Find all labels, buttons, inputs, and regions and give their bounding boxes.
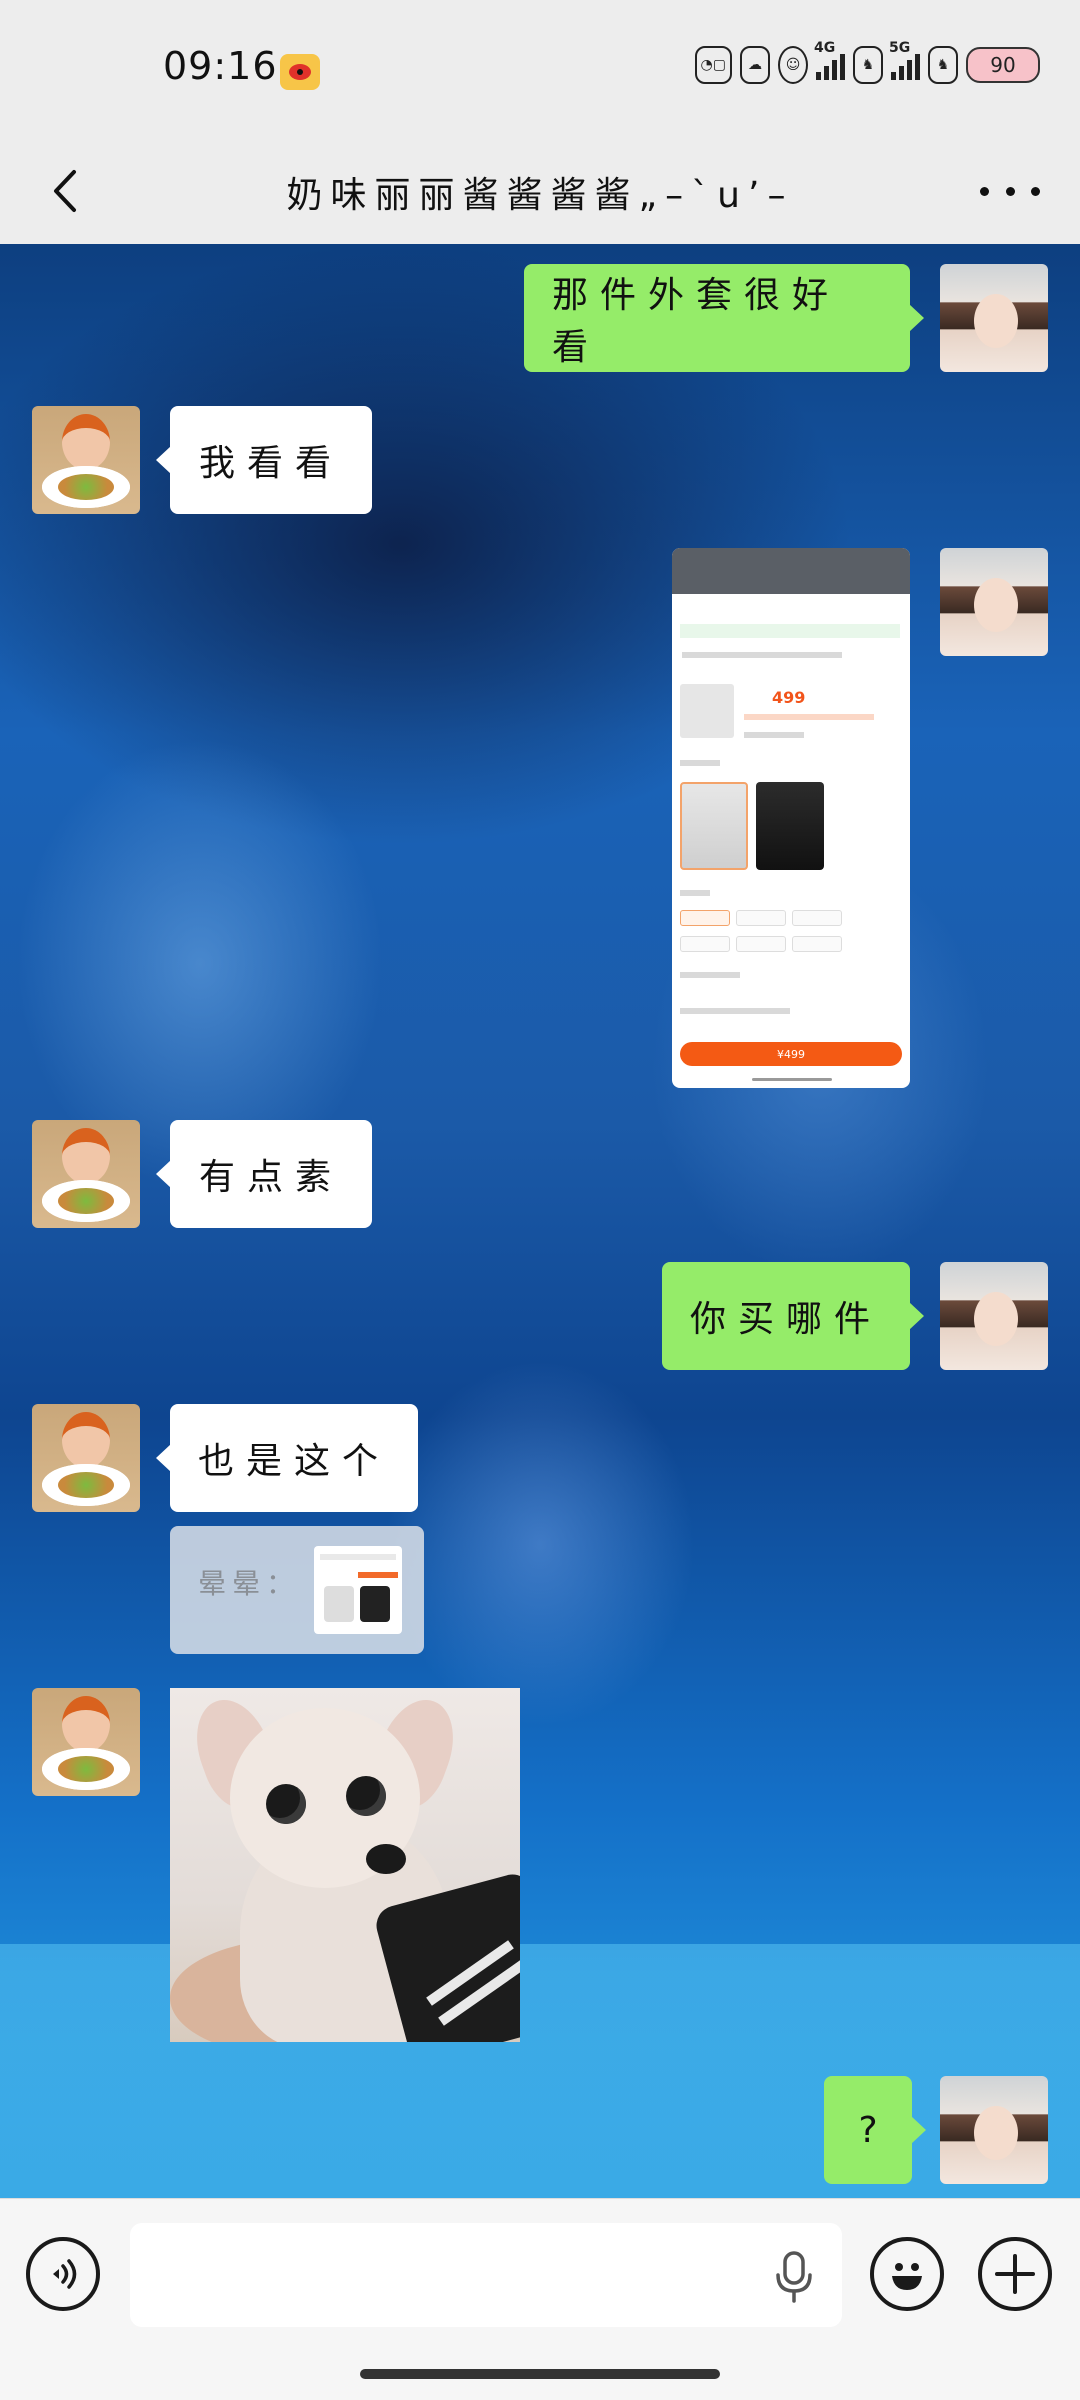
screenshot-buy-button: ¥499 (680, 1042, 902, 1066)
my-avatar[interactable] (940, 548, 1048, 656)
my-message-bubble[interactable]: 那件外套很好看 (524, 264, 924, 372)
plus-icon[interactable] (978, 2237, 1052, 2311)
message-text: 也是这个 (198, 1441, 391, 1482)
input-bar (0, 2198, 1080, 2400)
emoji-icon[interactable] (870, 2237, 944, 2311)
plus-sign-icon (995, 2254, 1035, 2294)
quote-thumbnail (314, 1546, 402, 1634)
weibo-icon (280, 54, 320, 90)
my-avatar[interactable] (940, 2076, 1048, 2184)
rabbit-icon: ♞ (853, 46, 883, 84)
microphone-icon[interactable] (772, 2249, 816, 2305)
friend-avatar[interactable] (32, 1404, 140, 1512)
more-dots-icon[interactable] (980, 176, 1040, 206)
screenshot-image-message[interactable]: 499 ¥499 (672, 548, 910, 1088)
my-avatar[interactable] (940, 1262, 1048, 1370)
friend-avatar[interactable] (32, 406, 140, 514)
friend-message-bubble[interactable]: 我看看 (156, 406, 372, 514)
my-message-bubble[interactable]: ? (824, 2076, 926, 2184)
my-message-bubble[interactable]: 你买哪件 (662, 1262, 924, 1370)
rabbit-icon: ♞ (928, 46, 958, 84)
message-text: 那件外套很好看 (552, 275, 841, 368)
app-notification-icon: ☺ (778, 46, 808, 84)
message-text: 你买哪件 (690, 1299, 883, 1340)
black-hoodie-thumb (756, 782, 824, 870)
screenshot-status-bar (672, 548, 910, 594)
status-icons: ◔▢ ☁ ☺ 4G ♞ 5G ♞ 90 (694, 40, 1040, 84)
signal-5g-icon: 5G (889, 40, 920, 80)
friend-message-bubble[interactable]: 也是这个 (156, 1404, 418, 1512)
background-band (0, 1944, 1080, 2198)
signal-4g-icon: 4G (814, 40, 845, 80)
chihuahua-sticker[interactable] (170, 1688, 520, 2042)
message-input[interactable] (130, 2223, 842, 2327)
app-notification-icon: ☁ (740, 46, 770, 84)
status-time: 09:16 (163, 44, 278, 88)
white-hoodie-thumb (680, 782, 748, 870)
voice-wave-icon (53, 2259, 77, 2289)
screenshot-notice (680, 624, 900, 638)
quoted-message[interactable]: 晕晕： (170, 1526, 424, 1654)
app-notification-icon: ◔▢ (694, 46, 732, 84)
message-text: 我看看 (198, 443, 343, 484)
chat-title: 奶味丽丽酱酱酱酱„–ˋu’– (286, 175, 794, 216)
status-bar: 09:16 ◔▢ ☁ ☺ 4G ♞ 5G ♞ 90 (0, 0, 1080, 140)
screenshot-price: 499 (772, 688, 806, 707)
chat-background[interactable] (0, 244, 1080, 2198)
network-5g-label: 5G (889, 40, 911, 56)
battery-indicator: 90 (966, 47, 1040, 83)
friend-avatar[interactable] (32, 1688, 140, 1796)
network-4g-label: 4G (814, 40, 836, 56)
quote-author: 晕晕： (198, 1567, 301, 1600)
my-avatar[interactable] (940, 264, 1048, 372)
message-text: ? (858, 2109, 878, 2151)
friend-message-bubble[interactable]: 有点素 (156, 1120, 372, 1228)
chat-header: 奶味丽丽酱酱酱酱„–ˋu’– (0, 140, 1080, 244)
friend-avatar[interactable] (32, 1120, 140, 1228)
home-indicator[interactable] (360, 2369, 720, 2379)
message-text: 有点素 (198, 1157, 343, 1198)
smiley-face-icon (892, 2263, 922, 2290)
voice-icon[interactable] (26, 2237, 100, 2311)
